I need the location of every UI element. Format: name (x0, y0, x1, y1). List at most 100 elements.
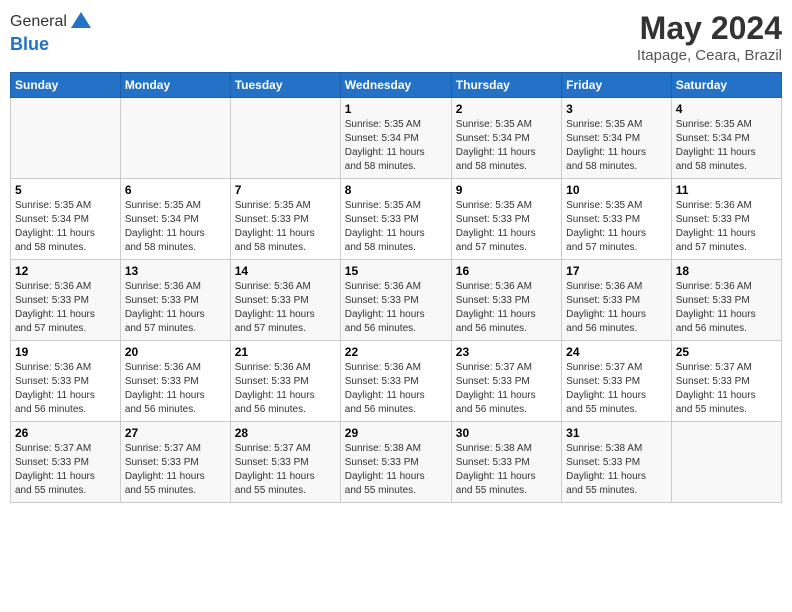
day-info: Sunrise: 5:35 AM Sunset: 5:33 PM Dayligh… (456, 199, 557, 255)
day-number: 11 (676, 183, 777, 197)
day-number: 13 (125, 264, 226, 278)
day-info: Sunrise: 5:36 AM Sunset: 5:33 PM Dayligh… (566, 280, 667, 336)
day-info: Sunrise: 5:35 AM Sunset: 5:33 PM Dayligh… (345, 199, 447, 255)
calendar-cell: 3 Sunrise: 5:35 AM Sunset: 5:34 PM Daylig… (562, 98, 672, 179)
day-info: Sunrise: 5:36 AM Sunset: 5:33 PM Dayligh… (456, 280, 557, 336)
month-title: May 2024 (637, 10, 782, 47)
day-info: Sunrise: 5:37 AM Sunset: 5:33 PM Dayligh… (566, 361, 667, 417)
day-number: 28 (235, 426, 336, 440)
day-number: 15 (345, 264, 447, 278)
logo-blue: Blue (10, 34, 93, 55)
day-info: Sunrise: 5:38 AM Sunset: 5:33 PM Dayligh… (566, 442, 667, 498)
day-number: 20 (125, 345, 226, 359)
day-info: Sunrise: 5:35 AM Sunset: 5:33 PM Dayligh… (235, 199, 336, 255)
calendar-cell: 28 Sunrise: 5:37 AM Sunset: 5:33 PM Dayli… (230, 422, 340, 503)
day-info: Sunrise: 5:37 AM Sunset: 5:33 PM Dayligh… (15, 442, 116, 498)
weekday-header: Saturday (671, 73, 781, 98)
day-number: 27 (125, 426, 226, 440)
calendar-cell: 1Sunrise: 5:35 AM Sunset: 5:34 PM Daylig… (340, 98, 451, 179)
day-number: 4 (676, 102, 777, 116)
day-number: 18 (676, 264, 777, 278)
day-info: Sunrise: 5:36 AM Sunset: 5:33 PM Dayligh… (345, 280, 447, 336)
calendar-cell: 15 Sunrise: 5:36 AM Sunset: 5:33 PM Dayli… (340, 260, 451, 341)
day-number: 23 (456, 345, 557, 359)
day-number: 5 (15, 183, 116, 197)
day-number: 17 (566, 264, 667, 278)
day-info: Sunrise: 5:35 AM Sunset: 5:34 PM Dayligh… (566, 118, 667, 174)
weekday-header: Monday (120, 73, 230, 98)
calendar-cell (230, 98, 340, 179)
day-info: Sunrise: 5:36 AM Sunset: 5:33 PM Dayligh… (15, 280, 116, 336)
calendar-cell: 2Sunrise: 5:35 AM Sunset: 5:34 PM Daylig… (451, 98, 561, 179)
day-info: Sunrise: 5:36 AM Sunset: 5:33 PM Dayligh… (125, 361, 226, 417)
weekday-header: Wednesday (340, 73, 451, 98)
calendar-cell: 14Sunrise: 5:36 AM Sunset: 5:33 PM Dayli… (230, 260, 340, 341)
day-info: Sunrise: 5:36 AM Sunset: 5:33 PM Dayligh… (235, 280, 336, 336)
day-number: 16 (456, 264, 557, 278)
day-info: Sunrise: 5:36 AM Sunset: 5:33 PM Dayligh… (125, 280, 226, 336)
location: Itapage, Ceara, Brazil (637, 47, 782, 64)
calendar-cell: 19 Sunrise: 5:36 AM Sunset: 5:33 PM Dayli… (11, 341, 121, 422)
weekday-header: Tuesday (230, 73, 340, 98)
day-number: 22 (345, 345, 447, 359)
calendar-cell (120, 98, 230, 179)
title-block: May 2024 Itapage, Ceara, Brazil (637, 10, 782, 64)
day-number: 12 (15, 264, 116, 278)
day-number: 1 (345, 102, 447, 116)
calendar-cell: 27 Sunrise: 5:37 AM Sunset: 5:33 PM Dayli… (120, 422, 230, 503)
day-info: Sunrise: 5:35 AM Sunset: 5:34 PM Dayligh… (125, 199, 226, 255)
day-number: 7 (235, 183, 336, 197)
calendar-cell (11, 98, 121, 179)
calendar-cell: 9 Sunrise: 5:35 AM Sunset: 5:33 PM Daylig… (451, 179, 561, 260)
day-number: 19 (15, 345, 116, 359)
calendar-cell: 5Sunrise: 5:35 AM Sunset: 5:34 PM Daylig… (11, 179, 121, 260)
calendar-cell: 4 Sunrise: 5:35 AM Sunset: 5:34 PM Daylig… (671, 98, 781, 179)
day-info: Sunrise: 5:36 AM Sunset: 5:33 PM Dayligh… (676, 199, 777, 255)
calendar-cell: 11 Sunrise: 5:36 AM Sunset: 5:33 PM Dayli… (671, 179, 781, 260)
calendar-cell: 6 Sunrise: 5:35 AM Sunset: 5:34 PM Daylig… (120, 179, 230, 260)
logo-general: General (10, 13, 67, 31)
calendar-cell: 29Sunrise: 5:38 AM Sunset: 5:33 PM Dayli… (340, 422, 451, 503)
calendar-cell: 7 Sunrise: 5:35 AM Sunset: 5:33 PM Daylig… (230, 179, 340, 260)
day-number: 24 (566, 345, 667, 359)
weekday-header: Sunday (11, 73, 121, 98)
day-info: Sunrise: 5:36 AM Sunset: 5:33 PM Dayligh… (345, 361, 447, 417)
logo: General Blue (10, 10, 93, 55)
calendar-cell (671, 422, 781, 503)
calendar-cell: 18 Sunrise: 5:36 AM Sunset: 5:33 PM Dayli… (671, 260, 781, 341)
day-info: Sunrise: 5:35 AM Sunset: 5:33 PM Dayligh… (566, 199, 667, 255)
calendar-cell: 31 Sunrise: 5:38 AM Sunset: 5:33 PM Dayli… (562, 422, 672, 503)
weekday-header: Thursday (451, 73, 561, 98)
day-number: 6 (125, 183, 226, 197)
calendar-cell: 30Sunrise: 5:38 AM Sunset: 5:33 PM Dayli… (451, 422, 561, 503)
day-number: 26 (15, 426, 116, 440)
day-info: Sunrise: 5:37 AM Sunset: 5:33 PM Dayligh… (235, 442, 336, 498)
day-number: 3 (566, 102, 667, 116)
calendar-cell: 23 Sunrise: 5:37 AM Sunset: 5:33 PM Dayli… (451, 341, 561, 422)
day-number: 30 (456, 426, 557, 440)
calendar-cell: 22 Sunrise: 5:36 AM Sunset: 5:33 PM Dayli… (340, 341, 451, 422)
day-info: Sunrise: 5:36 AM Sunset: 5:33 PM Dayligh… (15, 361, 116, 417)
calendar-cell: 24 Sunrise: 5:37 AM Sunset: 5:33 PM Dayli… (562, 341, 672, 422)
calendar-cell: 20 Sunrise: 5:36 AM Sunset: 5:33 PM Dayli… (120, 341, 230, 422)
day-info: Sunrise: 5:37 AM Sunset: 5:33 PM Dayligh… (125, 442, 226, 498)
day-info: Sunrise: 5:38 AM Sunset: 5:33 PM Dayligh… (345, 442, 447, 498)
calendar-cell: 21 Sunrise: 5:36 AM Sunset: 5:33 PM Dayli… (230, 341, 340, 422)
day-info: Sunrise: 5:37 AM Sunset: 5:33 PM Dayligh… (676, 361, 777, 417)
day-info: Sunrise: 5:37 AM Sunset: 5:33 PM Dayligh… (456, 361, 557, 417)
day-number: 8 (345, 183, 447, 197)
day-number: 10 (566, 183, 667, 197)
logo-icon (69, 10, 93, 34)
day-info: Sunrise: 5:36 AM Sunset: 5:33 PM Dayligh… (676, 280, 777, 336)
day-number: 25 (676, 345, 777, 359)
weekday-header: Friday (562, 73, 672, 98)
day-number: 21 (235, 345, 336, 359)
day-info: Sunrise: 5:35 AM Sunset: 5:34 PM Dayligh… (676, 118, 777, 174)
calendar-cell: 8 Sunrise: 5:35 AM Sunset: 5:33 PM Daylig… (340, 179, 451, 260)
page-header: General Blue May 2024 Itapage, Ceara, Br… (10, 10, 782, 64)
day-number: 2 (456, 102, 557, 116)
day-number: 31 (566, 426, 667, 440)
day-info: Sunrise: 5:36 AM Sunset: 5:33 PM Dayligh… (235, 361, 336, 417)
day-number: 9 (456, 183, 557, 197)
calendar-cell: 10 Sunrise: 5:35 AM Sunset: 5:33 PM Dayli… (562, 179, 672, 260)
